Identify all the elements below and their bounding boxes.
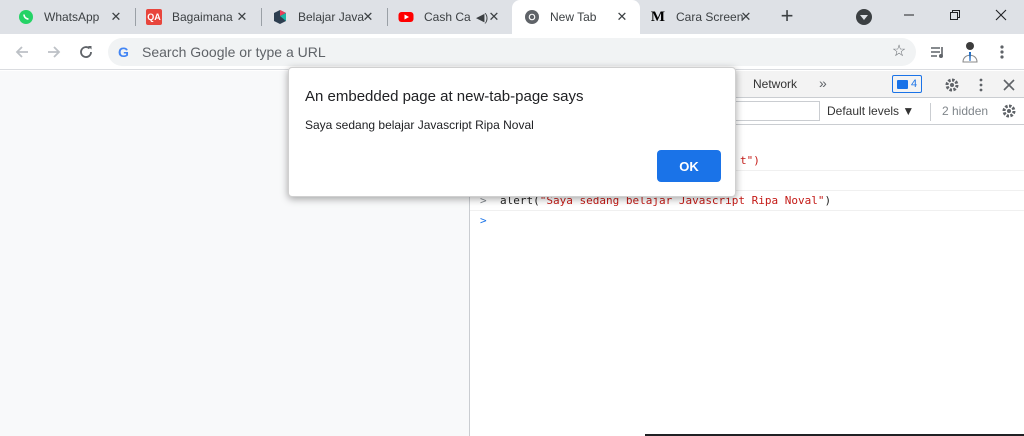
prompt-chevron-icon: > [480, 214, 487, 227]
media-control-button[interactable] [926, 40, 950, 64]
issues-badge[interactable]: 4 [892, 75, 923, 93]
tab-network[interactable]: Network [753, 71, 797, 98]
youtube-icon [398, 9, 414, 25]
forward-arrow-icon [48, 46, 61, 58]
minimize-button[interactable] [886, 0, 932, 30]
medium-icon: M [650, 9, 666, 25]
dialog-title: An embedded page at new-tab-page says [305, 88, 584, 105]
console-settings-icon[interactable] [1000, 102, 1018, 120]
whatsapp-icon [18, 9, 34, 25]
tab-cara-screen[interactable]: M Cara Screen ✕ [640, 0, 764, 34]
restore-button[interactable] [932, 0, 978, 30]
settings-icon[interactable] [943, 76, 961, 94]
google-g-icon: G [118, 44, 129, 60]
hidden-count: 2 hidden [942, 104, 989, 118]
message-icon [897, 79, 908, 89]
new-tab-button[interactable]: + [776, 5, 798, 27]
console-string: t") [740, 154, 760, 167]
tab-bagaimana[interactable]: QA Bagaimana ✕ [136, 0, 260, 34]
back-button[interactable] [10, 40, 34, 64]
kebab-menu-icon [1000, 45, 1004, 59]
close-window-button[interactable] [978, 0, 1024, 30]
close-icon[interactable]: ✕ [614, 9, 630, 25]
chrome-icon [524, 9, 540, 25]
back-arrow-icon [15, 46, 28, 58]
tab-cash-ca[interactable]: Cash Ca ◀) ✕ [388, 0, 512, 34]
close-icon[interactable]: ✕ [108, 9, 124, 25]
bookmark-star-icon[interactable]: ☆ [890, 43, 908, 61]
tab-belajar-java[interactable]: Belajar Java ✕ [262, 0, 386, 34]
forward-button[interactable] [42, 40, 66, 64]
issues-count: 4 [911, 78, 918, 90]
reload-button[interactable] [74, 40, 98, 64]
close-icon[interactable]: ✕ [234, 9, 250, 25]
divider [930, 103, 931, 121]
close-icon[interactable]: ✕ [360, 9, 376, 25]
avatar [962, 42, 978, 63]
playlist-icon [931, 47, 943, 58]
browser-toolbar: G ☆ [0, 34, 1024, 70]
alert-dialog: An embedded page at new-tab-page says Sa… [288, 67, 736, 197]
omnibox[interactable]: G ☆ [108, 38, 916, 66]
address-input[interactable] [142, 42, 882, 62]
tab-search-icon[interactable] [856, 9, 872, 25]
restore-icon [950, 10, 960, 20]
tab-new-tab[interactable]: New Tab ✕ [512, 0, 640, 34]
dicoding-icon [272, 9, 288, 25]
medium-icon-text: M [650, 8, 666, 25]
profile-button[interactable] [958, 40, 982, 64]
close-devtools-icon[interactable] [1000, 76, 1018, 94]
more-tabs-icon[interactable]: » [819, 75, 827, 91]
devtools-menu-icon[interactable] [972, 76, 990, 94]
console-prompt[interactable]: > [470, 211, 1024, 231]
dialog-message: Saya sedang belajar Javascript Ripa Nova… [305, 118, 534, 132]
qa-icon: QA [146, 9, 162, 25]
close-window-icon [995, 9, 1007, 21]
close-icon[interactable]: ✕ [738, 9, 754, 25]
filter-input[interactable] [730, 101, 820, 121]
tab-title: Cash Ca [424, 10, 471, 24]
reload-icon [80, 46, 92, 58]
close-icon[interactable]: ✕ [486, 9, 502, 25]
tab-strip: WhatsApp ✕ QA Bagaimana ✕ Belajar Java ✕… [0, 0, 1024, 34]
tab-whatsapp[interactable]: WhatsApp ✕ [0, 0, 134, 34]
minimize-icon [904, 14, 914, 16]
log-levels-dropdown[interactable]: Default levels ▼ [827, 104, 914, 118]
menu-button[interactable] [990, 40, 1014, 64]
ok-button[interactable]: OK [657, 150, 721, 182]
console-code-suffix: ) [824, 194, 832, 207]
qa-icon-text: QA [147, 12, 161, 22]
